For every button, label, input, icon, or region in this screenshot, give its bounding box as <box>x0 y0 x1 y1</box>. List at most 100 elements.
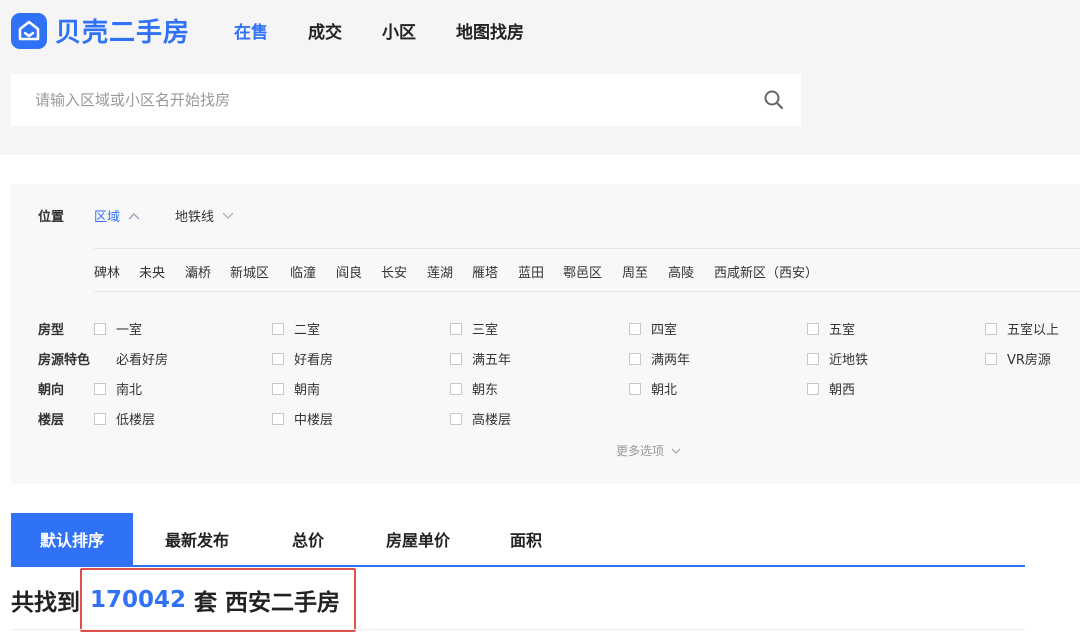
tab-area[interactable]: 面积 <box>481 513 571 565</box>
orientation-label: 朝向 <box>38 383 65 398</box>
checkbox[interactable] <box>272 352 284 365</box>
option-label: 四室 <box>651 323 678 338</box>
option-5plus-room[interactable]: 五室以上 <box>985 319 1059 338</box>
district-xixian[interactable]: 西咸新区（西安） <box>714 262 818 281</box>
district-weiyang[interactable]: 未央 <box>139 262 165 281</box>
tab-unit-price[interactable]: 房屋单价 <box>355 513 481 565</box>
room-type-label: 房型 <box>38 323 65 338</box>
option-low-floor[interactable]: 低楼层 <box>94 409 155 428</box>
option-1-room[interactable]: 一室 <box>94 319 142 338</box>
option-over-2-years[interactable]: 满两年 <box>629 349 690 368</box>
district-lintong[interactable]: 临潼 <box>290 262 316 281</box>
option-north-south[interactable]: 南北 <box>94 379 142 398</box>
option-label: 五室 <box>829 323 856 338</box>
option-label: VR房源 <box>1007 353 1051 368</box>
option-2-room[interactable]: 二室 <box>272 319 320 338</box>
tab-default-sort[interactable]: 默认排序 <box>11 513 133 565</box>
district-beilin[interactable]: 碑林 <box>94 262 120 281</box>
option-label: 高楼层 <box>472 413 512 428</box>
nav-item-communities[interactable]: 小区 <box>382 18 416 43</box>
option-label: 朝东 <box>472 383 499 398</box>
option-4-room[interactable]: 四室 <box>629 319 677 338</box>
divider <box>94 291 1080 292</box>
search-icon[interactable] <box>763 89 785 111</box>
option-vr-listing[interactable]: VR房源 <box>985 349 1051 368</box>
option-must-see[interactable]: 必看好房 <box>116 349 168 368</box>
checkbox[interactable] <box>985 352 997 365</box>
logo[interactable]: 贝壳二手房 <box>11 12 190 49</box>
more-options-button[interactable]: 更多选项 <box>616 442 682 459</box>
option-label: 朝南 <box>294 383 321 398</box>
nav-item-sold[interactable]: 成交 <box>308 18 342 43</box>
option-east[interactable]: 朝东 <box>450 379 498 398</box>
option-west[interactable]: 朝西 <box>807 379 855 398</box>
option-near-subway[interactable]: 近地铁 <box>807 349 868 368</box>
option-label: 必看好房 <box>116 353 169 368</box>
header-bar: 贝壳二手房 在售 成交 小区 地图找房 <box>0 0 1080 155</box>
chevron-down-icon <box>671 448 681 454</box>
checkbox[interactable] <box>629 382 641 395</box>
logo-text: 贝壳二手房 <box>55 18 191 48</box>
divider <box>11 629 1025 630</box>
result-prefix: 共找到 <box>11 590 80 616</box>
more-options-label: 更多选项 <box>616 444 665 458</box>
district-lianhu[interactable]: 莲湖 <box>427 262 453 281</box>
checkbox[interactable] <box>272 382 284 395</box>
search-input[interactable] <box>11 75 731 125</box>
option-north[interactable]: 朝北 <box>629 379 677 398</box>
checkbox[interactable] <box>94 382 106 395</box>
house-logo-icon <box>11 12 47 49</box>
option-label: 一室 <box>116 323 143 338</box>
checkbox[interactable] <box>94 412 106 425</box>
checkbox[interactable] <box>629 322 641 335</box>
tab-newest[interactable]: 最新发布 <box>133 513 261 565</box>
nav-item-map-search[interactable]: 地图找房 <box>456 18 524 43</box>
floor-label: 楼层 <box>38 413 65 428</box>
checkbox[interactable] <box>272 322 284 335</box>
option-3-room[interactable]: 三室 <box>450 319 498 338</box>
divider <box>94 248 1080 249</box>
sort-tabs: 默认排序 最新发布 总价 房屋单价 面积 <box>11 513 1025 567</box>
checkbox[interactable] <box>94 322 106 335</box>
checkbox[interactable] <box>450 412 462 425</box>
checkbox[interactable] <box>807 352 819 365</box>
option-over-5-years[interactable]: 满五年 <box>450 349 511 368</box>
district-gaoling[interactable]: 高陵 <box>668 262 694 281</box>
district-changan[interactable]: 长安 <box>381 262 407 281</box>
checkbox[interactable] <box>985 322 997 335</box>
option-label: 好看房 <box>294 353 334 368</box>
tab-district[interactable]: 区域 <box>94 206 140 225</box>
checkbox[interactable] <box>450 382 462 395</box>
tab-district-label: 区域 <box>94 210 121 225</box>
district-xincheng[interactable]: 新城区 <box>230 262 269 281</box>
option-label: 二室 <box>294 323 321 338</box>
option-mid-floor[interactable]: 中楼层 <box>272 409 333 428</box>
checkbox[interactable] <box>450 352 462 365</box>
checkbox[interactable] <box>450 322 462 335</box>
checkbox[interactable] <box>272 412 284 425</box>
district-huyi[interactable]: 鄠邑区 <box>563 262 602 281</box>
option-label: 低楼层 <box>116 413 156 428</box>
district-baqiao[interactable]: 灞桥 <box>185 262 211 281</box>
district-lantian[interactable]: 蓝田 <box>518 262 544 281</box>
district-yanta[interactable]: 雁塔 <box>472 262 498 281</box>
option-5-room[interactable]: 五室 <box>807 319 855 338</box>
checkbox[interactable] <box>807 382 819 395</box>
option-south[interactable]: 朝南 <box>272 379 320 398</box>
position-label: 位置 <box>38 210 65 225</box>
checkbox[interactable] <box>807 322 819 335</box>
checkbox[interactable] <box>629 352 641 365</box>
district-yanliang[interactable]: 阎良 <box>336 262 362 281</box>
option-high-floor[interactable]: 高楼层 <box>450 409 511 428</box>
tab-subway[interactable]: 地铁线 <box>175 206 234 225</box>
filter-panel: 位置 区域 地铁线 碑林 未央 灞桥 新城区 临潼 阎良 长安 莲湖 雁塔 蓝田… <box>11 184 1080 484</box>
district-zhouzhi[interactable]: 周至 <box>622 262 648 281</box>
option-label: 满两年 <box>651 353 691 368</box>
tab-total-price[interactable]: 总价 <box>261 513 355 565</box>
chevron-down-icon <box>222 212 234 219</box>
option-good-view[interactable]: 好看房 <box>272 349 333 368</box>
option-label: 南北 <box>116 383 143 398</box>
option-label: 五室以上 <box>1007 323 1060 338</box>
nav-item-for-sale[interactable]: 在售 <box>234 18 268 43</box>
feature-label: 房源特色 <box>38 353 91 368</box>
